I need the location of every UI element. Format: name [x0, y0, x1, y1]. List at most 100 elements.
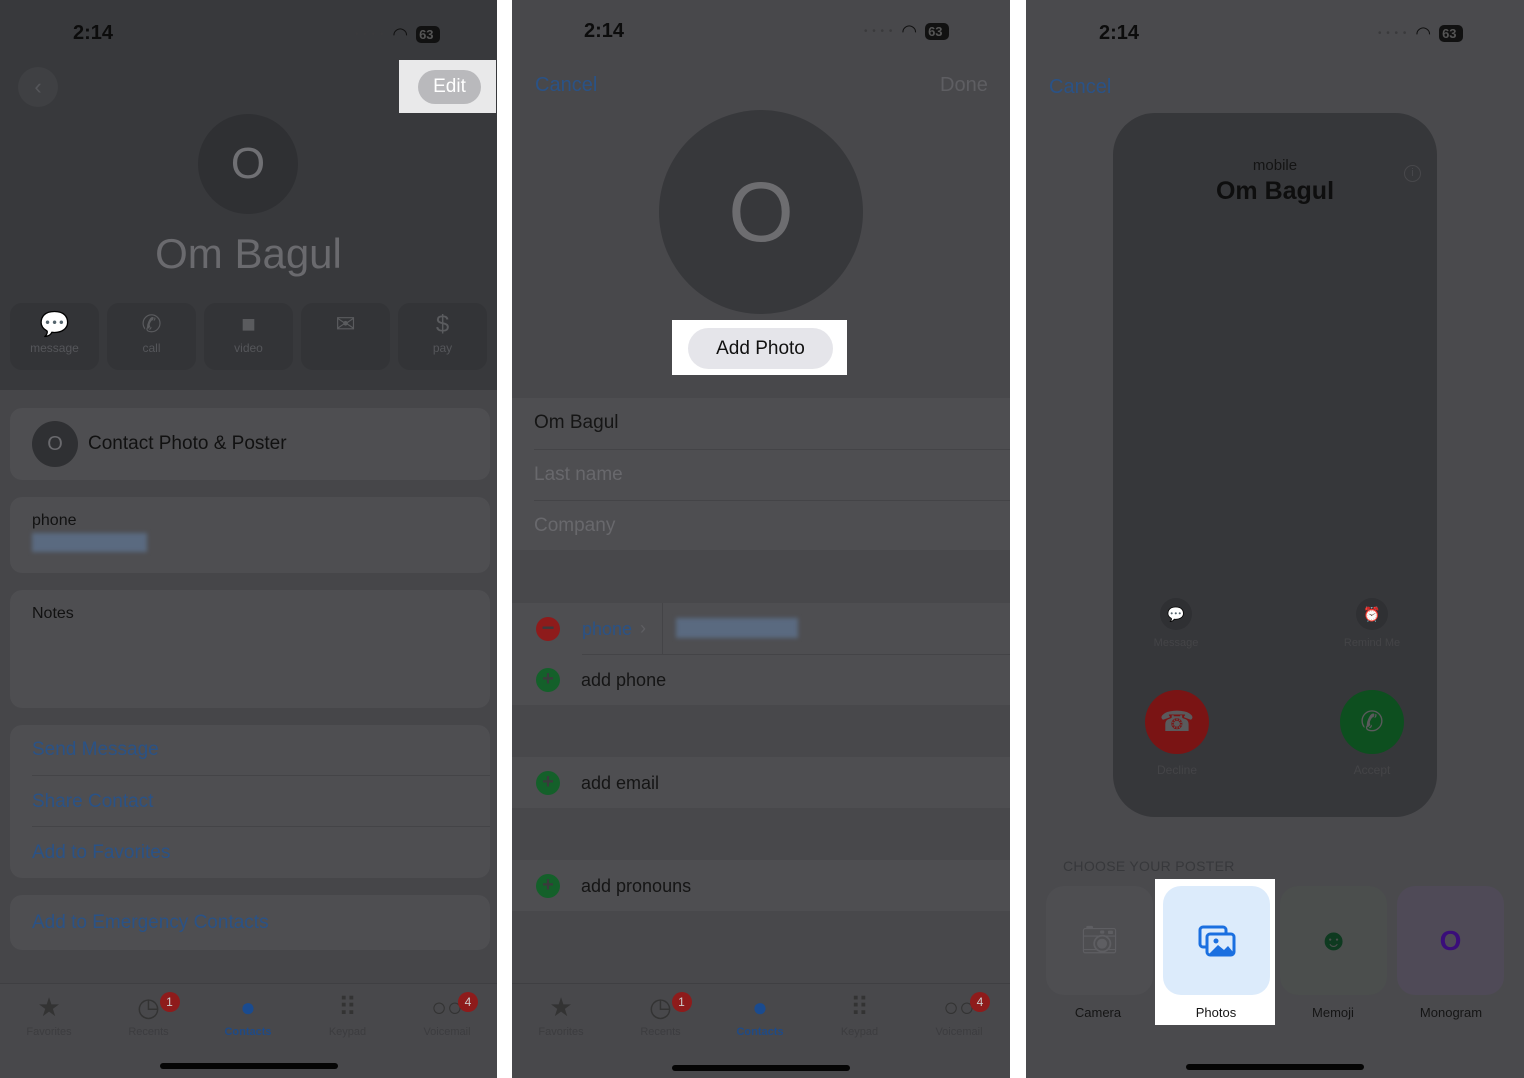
contact-photo-poster-row[interactable]: O Contact Photo & Poster	[10, 408, 490, 480]
tab-recents[interactable]: ◷ Recents 1	[104, 992, 194, 1038]
status-time: 2:14	[584, 20, 625, 42]
add-pronouns-icon[interactable]: +	[536, 874, 560, 898]
add-to-favorites-link[interactable]: Add to Favorites	[32, 842, 170, 864]
alarm-icon: ⏰	[1356, 598, 1388, 630]
info-icon[interactable]: i	[1404, 165, 1421, 182]
edit-button[interactable]: Edit	[418, 70, 481, 104]
wifi-icon: ◠	[901, 21, 918, 41]
add-emergency-contact-link[interactable]: Add to Emergency Contacts	[32, 912, 269, 934]
message-action-button[interactable]: 💬 message	[10, 303, 99, 370]
camera-label: Camera	[1074, 1005, 1122, 1020]
tab-favorites[interactable]: ★ Favorites	[516, 992, 606, 1038]
back-button[interactable]: ‹	[18, 67, 58, 107]
wifi-icon: ◠	[392, 24, 409, 44]
home-indicator	[1186, 1064, 1364, 1070]
tab-voicemail[interactable]: ○○ Voicemail 4	[914, 992, 1004, 1038]
phone-card[interactable]: phone	[10, 497, 490, 573]
phone-section: − phone › + add phone	[512, 603, 1010, 705]
call-label: mobile	[1252, 157, 1298, 174]
message-icon: 💬	[1160, 598, 1192, 630]
tab-label: Contacts	[224, 1026, 272, 1038]
tab-label: Contacts	[736, 1026, 784, 1038]
tab-label: Favorites	[538, 1026, 584, 1038]
memoji-option[interactable]: ☻	[1280, 886, 1387, 995]
memoji-icon: ☻	[1317, 923, 1350, 957]
status-time: 2:14	[1099, 22, 1140, 44]
battery-icon: 63	[925, 23, 949, 40]
company-field[interactable]: Company	[534, 515, 615, 537]
call-action-button[interactable]: ✆ call	[107, 303, 196, 370]
badge: 1	[671, 992, 692, 1012]
accept-icon: ✆	[1340, 690, 1404, 754]
add-email-button[interactable]: add email	[581, 773, 659, 794]
memoji-label: Memoji	[1312, 1005, 1354, 1020]
photos-option[interactable]	[1163, 886, 1270, 995]
mini-avatar: O	[32, 421, 78, 467]
send-message-link[interactable]: Send Message	[32, 739, 159, 761]
tab-label: Keypad	[328, 1026, 367, 1038]
keypad-icon: ⠿	[337, 992, 358, 1022]
camera-option[interactable]: 📷︎	[1046, 886, 1153, 995]
status-icons: • • • • ◠ 63	[355, 24, 440, 45]
last-name-field[interactable]: Last name	[534, 464, 623, 486]
monogram-option[interactable]: O	[1397, 886, 1504, 995]
cancel-button[interactable]: Cancel	[535, 74, 597, 97]
action-label: call	[142, 341, 161, 355]
recents-icon: ◷	[649, 992, 672, 1022]
cancel-button[interactable]: Cancel	[1049, 76, 1111, 99]
choose-poster-screen: 2:14 • • • • ◠ 63 Cancel mobile Om Bagul i…	[1026, 0, 1524, 1078]
action-label: pay	[432, 341, 453, 355]
add-email-icon[interactable]: +	[536, 771, 560, 795]
tab-keypad[interactable]: ⠿ Keypad	[815, 992, 905, 1038]
add-phone-button[interactable]: add phone	[581, 670, 666, 691]
mail-action-button[interactable]: ✉	[301, 303, 390, 370]
notes-label: Notes	[32, 605, 74, 622]
done-button[interactable]: Done	[940, 74, 988, 97]
add-photo-button[interactable]: Add Photo	[688, 328, 833, 369]
video-action-button[interactable]: ■ video	[204, 303, 293, 370]
emergency-card: Add to Emergency Contacts	[10, 895, 490, 950]
tab-voicemail[interactable]: ○○ Voicemail 4	[402, 992, 492, 1038]
pay-action-button[interactable]: $ pay	[398, 303, 487, 370]
contacts-icon: ●	[240, 992, 256, 1022]
tab-label: Recents	[128, 1026, 169, 1038]
tab-contacts[interactable]: ● Contacts	[203, 992, 293, 1038]
poster-name: Om Bagul	[1215, 177, 1335, 205]
voicemail-icon: ○○	[431, 992, 463, 1022]
avatar: O	[659, 110, 863, 314]
section-header: CHOOSE YOUR POSTER	[1063, 858, 1235, 874]
add-phone-icon[interactable]: +	[536, 668, 560, 692]
decline-icon: ☎	[1145, 690, 1209, 754]
tab-favorites[interactable]: ★ Favorites	[4, 992, 94, 1038]
phone-label-selector[interactable]: phone	[582, 619, 632, 640]
keypad-icon: ⠿	[849, 992, 870, 1022]
add-pronouns-button[interactable]: add pronouns	[581, 876, 691, 897]
photos-icon	[1198, 925, 1235, 956]
notes-card[interactable]: Notes	[10, 590, 490, 708]
battery-icon: 63	[416, 26, 440, 43]
remove-phone-icon[interactable]: −	[536, 617, 560, 641]
tab-keypad[interactable]: ⠿ Keypad	[303, 992, 393, 1038]
phone-label: phone	[32, 512, 77, 529]
first-name-field[interactable]: Om Bagul	[534, 412, 618, 434]
mail-icon: ✉	[335, 311, 356, 338]
poster-preview: mobile Om Bagul i 💬 Message ⏰ Remind Me …	[1113, 113, 1437, 817]
status-icons: • • • • ◠ 63	[864, 21, 949, 42]
phone-number-blurred[interactable]	[32, 533, 147, 552]
tab-bar: ★ Favorites ◷ Recents 1 ● Contacts ⠿ Keypad ○○ Voi…	[512, 983, 1010, 1078]
email-section: + add email	[512, 757, 1010, 808]
phone-number-blurred[interactable]	[676, 618, 798, 638]
remind-me-label: Remind Me	[1343, 637, 1401, 649]
tab-recents[interactable]: ◷ Recents 1	[616, 992, 706, 1038]
action-label: video	[234, 341, 263, 355]
share-contact-link[interactable]: Share Contact	[32, 791, 153, 813]
tab-contacts[interactable]: ● Contacts	[715, 992, 805, 1038]
dollar-icon: $	[435, 311, 450, 338]
contact-detail-screen: 2:14 • • • • ◠ 63 ‹ Edit O Om Bagul 💬 messa…	[0, 0, 497, 1078]
badge: 1	[159, 992, 180, 1012]
add-photo-highlight: Add Photo	[672, 320, 847, 375]
status-icons: • • • • ◠ 63	[1378, 23, 1463, 44]
monogram-label: Monogram	[1419, 1005, 1483, 1020]
wifi-icon: ◠	[1415, 23, 1432, 43]
camera-icon: 📷︎	[1080, 924, 1119, 957]
